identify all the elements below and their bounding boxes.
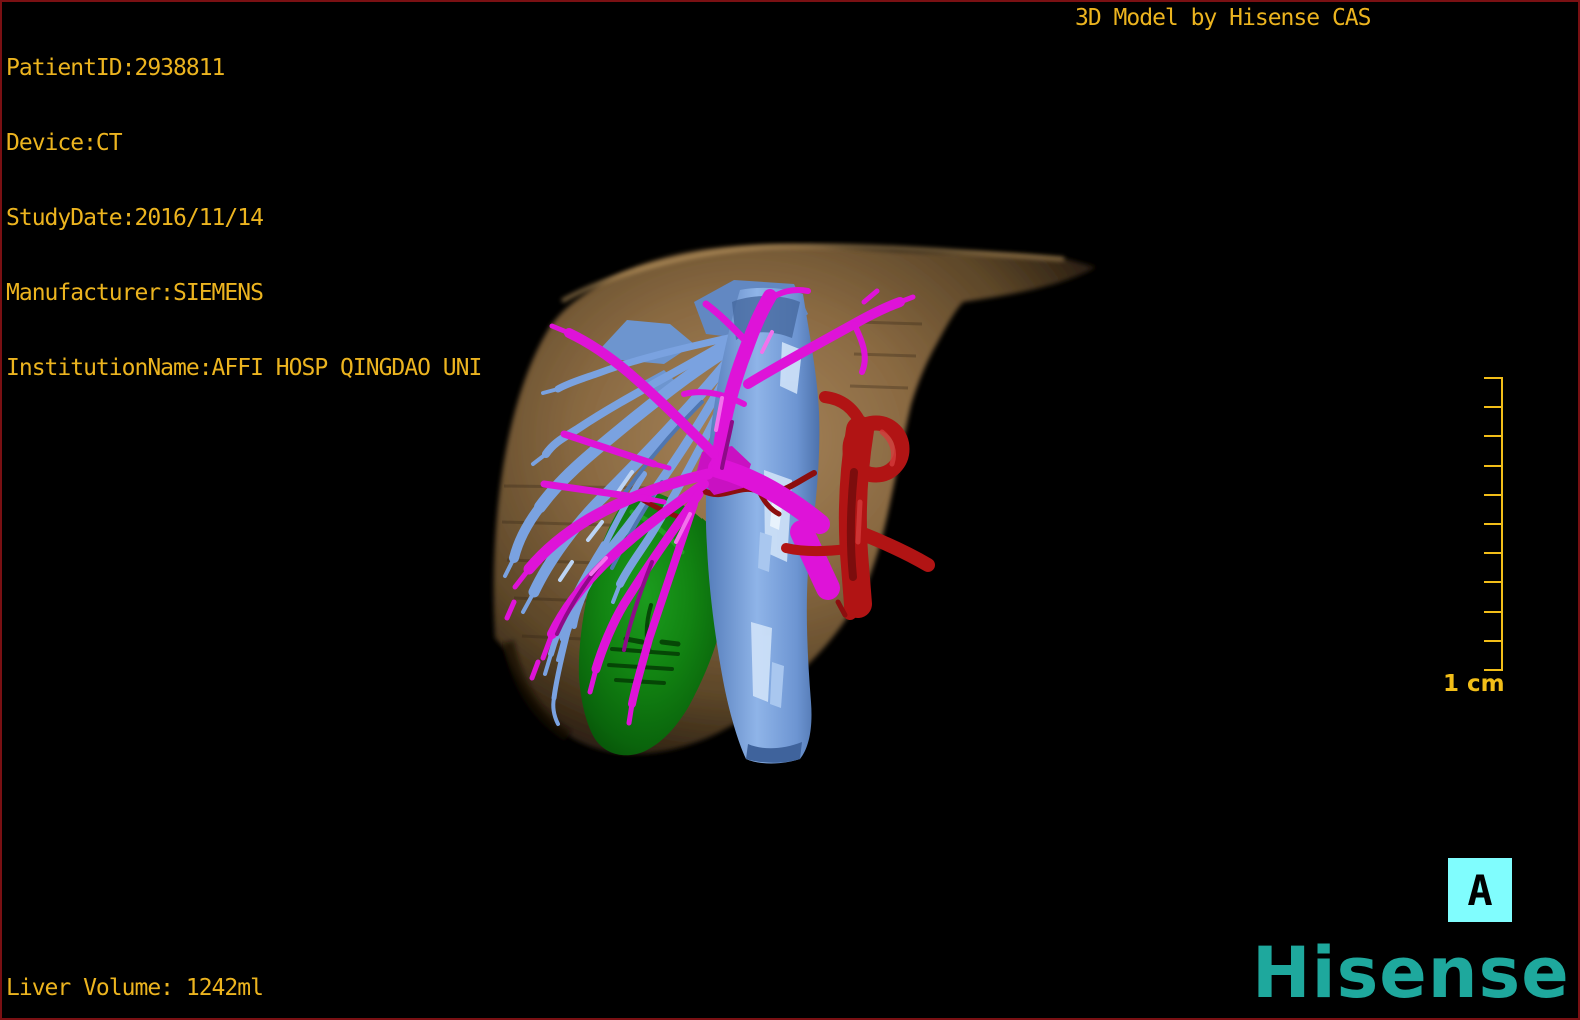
patient-id-text: PatientID:2938811	[6, 55, 225, 81]
device-text: Device:CT	[6, 130, 123, 156]
liver-volume-text: Liver Volume: 1242ml	[6, 975, 264, 1001]
scale-bar: 1 cm	[1443, 377, 1505, 697]
scale-bar-ticks	[1484, 377, 1502, 671]
scale-bar-label: 1 cm	[1443, 671, 1505, 697]
app-title: 3D Model by Hisense CAS	[1075, 5, 1371, 31]
institution-text: InstitutionName:AFFI HOSP QINGDAO UNI	[6, 355, 482, 381]
patient-info-block: PatientID:2938811 Device:CT StudyDate:20…	[6, 6, 482, 431]
study-date-text: StudyDate:2016/11/14	[6, 205, 264, 231]
3d-viewport[interactable]: 1 cm PatientID:2938811 Device:CT StudyDa…	[0, 0, 1580, 1020]
hisense-logo: Hisense	[1252, 932, 1570, 1014]
orientation-marker: A	[1448, 858, 1512, 922]
manufacturer-text: Manufacturer:SIEMENS	[6, 280, 264, 306]
